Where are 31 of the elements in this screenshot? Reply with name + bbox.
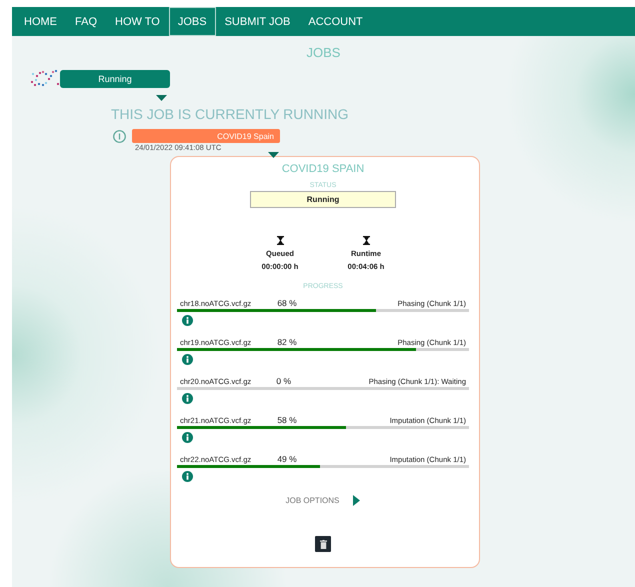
job-name-bar[interactable]: COVID19 Spain [132, 129, 280, 143]
nav-tab[interactable]: FAQ [66, 7, 106, 36]
caret-icon [268, 152, 279, 158]
status-badge: Running [60, 70, 170, 88]
progress-percent: 0 % [275, 376, 292, 386]
caret-icon [156, 95, 167, 101]
logo-drawing [30, 69, 62, 89]
section-heading: THIS JOB IS CURRENTLY RUNNING [111, 106, 350, 122]
status-field: Running [250, 191, 396, 208]
info-icon[interactable] [182, 471, 193, 482]
card-title: COVID19 SPAIN [280, 163, 366, 175]
info-icon[interactable] [182, 315, 193, 326]
hourglass-icon [276, 236, 284, 245]
nav-tab[interactable]: ACCOUNT [299, 7, 372, 36]
progress-percent: 49 % [276, 454, 297, 464]
play-icon[interactable] [353, 495, 360, 506]
nav-tab[interactable]: SUBMIT JOB [216, 7, 300, 36]
trash-icon [320, 540, 326, 548]
hourglass-icon [362, 236, 370, 245]
page-title: JOBS [306, 45, 342, 60]
progress-percent: 58 % [276, 415, 297, 425]
progress-percent: 82 % [276, 337, 297, 347]
delete-button[interactable] [315, 536, 331, 552]
job-options-link[interactable]: JOB OPTIONS [286, 496, 340, 505]
info-icon[interactable] [182, 432, 193, 443]
info-icon[interactable] [182, 354, 193, 365]
nav-tab[interactable]: HOME [15, 7, 66, 36]
info-icon[interactable] [182, 393, 193, 404]
nav-tab[interactable]: JOBS [168, 7, 216, 36]
nav-tab[interactable]: HOW TO [106, 7, 169, 36]
progress-percent: 68 % [276, 298, 297, 308]
